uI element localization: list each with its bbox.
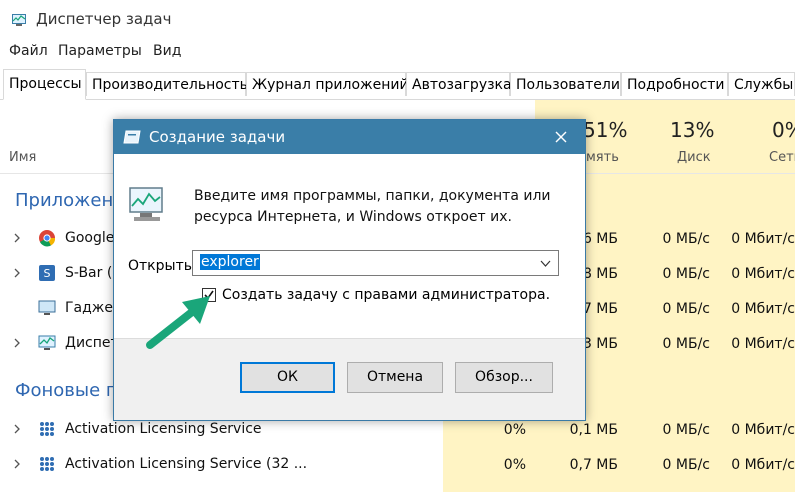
window-title: Диспетчер задач (36, 10, 172, 28)
column-header-memory[interactable]: мять (586, 150, 619, 165)
row-network: 0 Мбит/с (731, 231, 795, 247)
row-memory: 0,7 МБ (569, 457, 618, 473)
admin-checkbox-label[interactable]: Создать задачу с правами администратора. (222, 287, 550, 303)
sbar-icon: S (39, 265, 55, 281)
service-icon (40, 457, 54, 471)
group-apps-title: Приложен (15, 190, 114, 211)
column-header-network[interactable]: Сеть (769, 150, 795, 165)
row-network: 0 Мбит/с (731, 422, 795, 438)
tab-processes[interactable]: Процессы (3, 69, 86, 100)
row-network: 0 Мбит/с (731, 266, 795, 282)
task-manager-icon (38, 335, 56, 350)
ok-button[interactable]: ОК (240, 362, 335, 393)
chevron-right-icon[interactable] (12, 338, 22, 348)
row-network: 0 Мбит/с (731, 336, 795, 352)
row-disk: 0 МБ/с (662, 266, 710, 282)
arrow-annotation-icon (146, 296, 210, 349)
chevron-right-icon[interactable] (12, 459, 22, 469)
disk-total: 13% (670, 118, 715, 142)
row-cpu: 0% (503, 457, 526, 473)
task-manager-large-icon (129, 187, 163, 221)
tab-users[interactable]: Пользователи (510, 72, 621, 96)
menu-file[interactable]: Файл (9, 43, 48, 59)
row-disk: 0 МБ/с (662, 336, 710, 352)
cancel-button[interactable]: Отмена (347, 362, 443, 393)
row-disk: 0 МБ/с (662, 231, 710, 247)
close-icon[interactable] (550, 126, 572, 148)
row-name: Activation Licensing Service (32 ... (65, 456, 308, 472)
row-name: Диспет (65, 335, 119, 351)
browse-button[interactable]: Обзор... (455, 362, 553, 393)
chevron-right-icon[interactable] (12, 268, 22, 278)
open-label: Открыть: (128, 258, 197, 274)
chevron-right-icon[interactable] (12, 424, 22, 434)
group-background-title: Фоновые п (15, 380, 118, 401)
task-manager-icon (12, 14, 26, 26)
menu-view[interactable]: Вид (153, 43, 181, 59)
window-titlebar[interactable]: Диспетчер задач (0, 0, 795, 40)
open-combobox[interactable]: explorer (192, 250, 559, 276)
open-input-value[interactable]: explorer (200, 254, 260, 270)
tab-performance[interactable]: Производительность (86, 72, 248, 96)
row-disk: 0 МБ/с (662, 301, 710, 317)
tab-details[interactable]: Подробности (621, 72, 728, 96)
row-disk: 0 МБ/с (662, 422, 710, 438)
row-name: Activation Licensing Service (65, 421, 262, 437)
svg-text:S: S (44, 267, 51, 280)
gadget-icon (38, 300, 56, 315)
tab-app-history[interactable]: Журнал приложений (246, 72, 409, 96)
memory-total: 51% (583, 118, 628, 142)
column-header-disk[interactable]: Диск (677, 150, 711, 165)
row-cpu: 0% (503, 422, 526, 438)
row-network: 0 Мбит/с (731, 457, 795, 473)
row-name: S-Bar ( (65, 265, 113, 281)
run-icon (123, 130, 141, 144)
create-task-dialog: Создание задачи Введите имя программы, п… (113, 119, 586, 421)
row-disk: 0 МБ/с (662, 457, 710, 473)
row-name: Google (65, 230, 115, 246)
network-total: 0% (772, 118, 795, 142)
chrome-icon (39, 230, 56, 247)
column-header-name[interactable]: Имя (9, 150, 36, 165)
row-memory: 0,1 МБ (569, 422, 618, 438)
dialog-title: Создание задачи (149, 128, 286, 146)
row-network: 0 Мбит/с (731, 301, 795, 317)
chevron-down-icon[interactable] (540, 260, 551, 267)
service-icon (40, 422, 54, 436)
dialog-description: Введите имя программы, папки, документа … (194, 188, 551, 225)
tab-services[interactable]: Службы (728, 72, 795, 96)
dialog-titlebar[interactable]: Создание задачи (114, 120, 585, 154)
chevron-right-icon[interactable] (12, 233, 22, 243)
menu-options[interactable]: Параметры (58, 43, 142, 59)
tab-startup[interactable]: Автозагрузка (406, 72, 512, 96)
